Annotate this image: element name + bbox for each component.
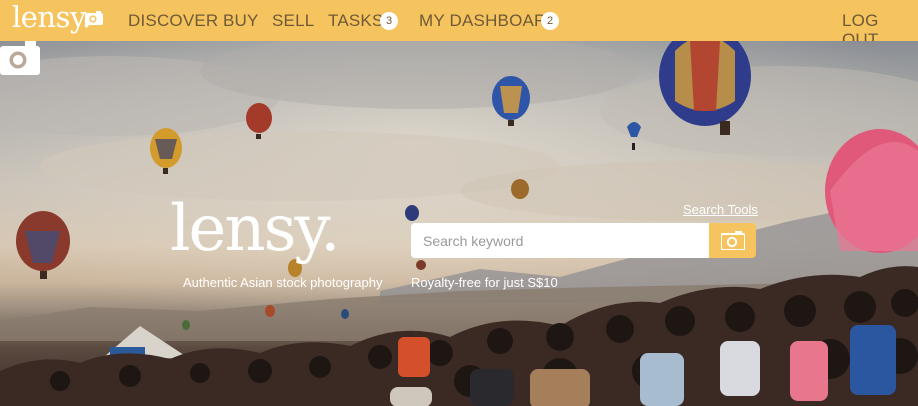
tasks-count-badge: 3 [380, 12, 398, 30]
hero-price-text: Royalty-free for just S$10 [411, 275, 558, 290]
nav-sell[interactable]: SELL [272, 11, 314, 30]
hero-banner: lensy. Authentic Asian stock photography… [0, 41, 918, 406]
site-logo[interactable]: lensy. [12, 2, 91, 32]
hero-tagline: Authentic Asian stock photography [183, 275, 383, 290]
nav-tasks[interactable]: TASKS [328, 11, 383, 30]
camera-icon [0, 41, 40, 75]
nav-discover[interactable]: DISCOVER [128, 11, 218, 30]
top-nav-bar: lensy. DISCOVER BUY SELL TASKS 3 MY DASH… [0, 0, 918, 49]
camera-icon [85, 11, 103, 25]
search-input[interactable] [411, 223, 709, 258]
nav-buy[interactable]: BUY [223, 11, 259, 30]
search-button[interactable] [709, 223, 756, 258]
nav-my-dashboard[interactable]: MY DASHBOARD [419, 11, 559, 30]
search-tools-link[interactable]: Search Tools [683, 202, 758, 218]
dashboard-count-badge: 2 [541, 12, 559, 30]
camera-icon [721, 231, 745, 250]
hero-logo: lensy. [170, 192, 340, 266]
